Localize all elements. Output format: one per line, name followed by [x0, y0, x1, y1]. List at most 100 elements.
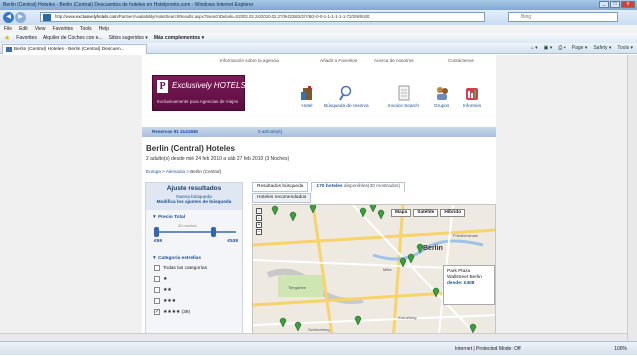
nav-booking-search-label: Búsqueda de reserva: [324, 103, 369, 108]
modify-search-link[interactable]: Modifica los ajustes de búsqueda: [146, 199, 242, 204]
price-max-handle[interactable]: [211, 227, 216, 237]
hotel-marker: [369, 205, 377, 213]
hotel-marker: [279, 317, 287, 328]
hotel-count-detail: disponibles(30 mostrados): [343, 184, 401, 189]
reports-icon: [466, 88, 479, 100]
category-label: ★★★★ (39): [163, 309, 191, 315]
hotel-marker: [469, 323, 477, 334]
category-checkbox[interactable]: [154, 298, 160, 304]
tab-available-hotels[interactable]: 170 hoteles disponibles(30 mostrados): [311, 182, 406, 192]
about-link[interactable]: Acerca de nosotros: [374, 58, 414, 63]
nav-groups[interactable]: Grupos: [434, 85, 449, 108]
fav-item-car-rental[interactable]: Alquiler de Coches con e...: [43, 35, 103, 41]
nav-groups-label: Grupos: [434, 103, 450, 108]
menu-tools[interactable]: Tools: [80, 25, 92, 33]
forward-icon[interactable]: ▶: [15, 12, 26, 23]
nav-hotel[interactable]: Hotel: [300, 85, 314, 108]
magnifier-icon: [339, 85, 352, 101]
cmd-safety[interactable]: Safety ▾: [593, 45, 611, 51]
hotel-icon: [301, 86, 312, 100]
category-option[interactable]: ★★★: [146, 297, 242, 305]
category-label: Todas las categorías: [163, 265, 207, 271]
nav-reports[interactable]: Informes: [463, 85, 481, 108]
feeds-icon[interactable]: ▣ ▾: [544, 45, 553, 51]
status-bar: Internet | Protected Mode: Off 100%: [0, 341, 637, 355]
nav-invoice-search[interactable]: Invoice Search: [388, 85, 419, 108]
price-mid-label: 30 noches: [178, 223, 197, 228]
fav-item-suggested[interactable]: Sitios sugeridos ▾: [109, 35, 148, 41]
hotel-popup[interactable]: Park Plaza Wallstreet Berlin desde: €408: [443, 265, 495, 305]
hotel-marker: [359, 207, 367, 218]
logo-name: Exclusively HOTELS: [172, 81, 246, 90]
price-slider-track: [154, 231, 236, 233]
print-icon[interactable]: ⎙ ▾: [558, 45, 566, 51]
favorites-button[interactable]: Favorites: [16, 35, 37, 41]
command-bar: ⌂ ▾ ▣ ▾ ⎙ ▾ Page ▾ Safety ▾ Tools ▾: [531, 45, 633, 51]
menu-favorites[interactable]: Favorites: [52, 25, 73, 33]
favorites-star-icon: ★: [4, 35, 11, 42]
reservations-bar: Reservas 91 4141845 0 artículo(s): [142, 127, 496, 137]
tab-search-results[interactable]: Resultados búsqueda: [252, 182, 309, 192]
url-domain: exclusivelyhotels.com: [76, 14, 118, 19]
menu-edit[interactable]: Edit: [19, 25, 28, 33]
favorites-bar: ★ Favorites Alquiler de Coches con e... …: [0, 33, 637, 43]
category-option[interactable]: ★: [146, 275, 242, 283]
contact-link[interactable]: Contáctenos: [448, 58, 474, 63]
reservations-phone[interactable]: Reservas 91 4141845: [152, 127, 198, 137]
back-icon[interactable]: ◀: [3, 12, 14, 23]
site-logo[interactable]: P Exclusively HOTELS Exclusivamente para…: [152, 75, 246, 111]
nav-hotel-label: Hotel: [301, 103, 313, 108]
hotel-marker: [399, 257, 407, 268]
security-zone[interactable]: Internet | Protected Mode: Off: [455, 342, 521, 356]
hotel-marker: [354, 315, 362, 326]
cmd-tools[interactable]: Tools ▾: [617, 45, 633, 51]
browser-tab[interactable]: Berlin (Central) Hoteles - Berlin (Centr…: [2, 44, 147, 54]
hotel-marker: [407, 253, 415, 264]
agency-info-link[interactable]: Información sobre la agencia: [220, 58, 279, 63]
popup-hotel-name: Park Plaza Wallstreet Berlin: [447, 269, 482, 280]
category-checkbox[interactable]: [154, 287, 160, 293]
cart-link[interactable]: 0 artículo(s): [258, 127, 282, 137]
price-min: €59: [154, 239, 163, 244]
fav-item-addons[interactable]: Más complementos ▾: [154, 35, 204, 41]
zoom-level[interactable]: 100%: [614, 342, 627, 356]
menu-help[interactable]: Help: [99, 25, 109, 33]
category-option[interactable]: ✓ ★★★★ (39): [146, 308, 242, 316]
hotel-marker: [289, 211, 297, 222]
category-checkbox[interactable]: ✓: [154, 309, 160, 315]
results-tabs: Resultados búsqueda 170 hoteles disponib…: [252, 182, 406, 192]
cmd-page[interactable]: Page ▾: [572, 45, 588, 51]
breadcrumb-germany[interactable]: Alemania: [166, 169, 185, 174]
address-input[interactable]: http://www.exclusivelyhotels.com/Partner…: [40, 12, 485, 22]
window-title: Berlin (Central) Hoteles - Berlin (Centr…: [3, 2, 254, 8]
add-favorites-link[interactable]: Añadir a Favoritos: [320, 58, 357, 63]
price-min-handle[interactable]: [154, 227, 159, 237]
nav-booking-search[interactable]: Búsqueda de reserva: [324, 85, 369, 108]
category-label: ★★: [163, 287, 172, 293]
price-range: €59 €538: [146, 239, 242, 244]
home-icon[interactable]: ⌂ ▾: [531, 45, 538, 51]
menu-view[interactable]: View: [35, 25, 46, 33]
menu-file[interactable]: File: [4, 25, 12, 33]
tab-recommended-hotels[interactable]: Hoteles recomendados: [252, 193, 312, 203]
category-checkbox[interactable]: [154, 265, 160, 271]
page-title: Berlin (Central) Hoteles: [146, 144, 235, 153]
price-filter-label[interactable]: ▼ Precio Total: [146, 215, 242, 220]
vertical-scrollbar[interactable]: [627, 55, 637, 341]
price-slider[interactable]: 30 noches: [154, 223, 236, 239]
document-icon: [398, 85, 409, 101]
category-checkbox[interactable]: [154, 276, 160, 282]
search-input[interactable]: Bing: [508, 12, 618, 22]
category-filter-label[interactable]: ▼ Categoría estrellas: [146, 256, 242, 261]
minimize-button[interactable]: _: [599, 1, 609, 8]
horizontal-scrollbar[interactable]: [0, 333, 627, 341]
window-titlebar: Berlin (Central) Hoteles - Berlin (Centr…: [0, 0, 637, 10]
breadcrumb-europe[interactable]: Europa: [146, 169, 161, 174]
category-option[interactable]: Todas las categorías: [146, 264, 242, 272]
hotel-map[interactable]: ↑ ← + − Mapa Satélite Híbrido Berlin Tie…: [252, 204, 496, 341]
maximize-button[interactable]: □: [610, 1, 620, 8]
url-path: /Partner/Availability/HotelSearchResults…: [117, 14, 370, 19]
site-top-menu: Información sobre la agencia Añadir a Fa…: [142, 58, 496, 66]
close-button[interactable]: x: [621, 1, 635, 8]
category-option[interactable]: ★★: [146, 286, 242, 294]
